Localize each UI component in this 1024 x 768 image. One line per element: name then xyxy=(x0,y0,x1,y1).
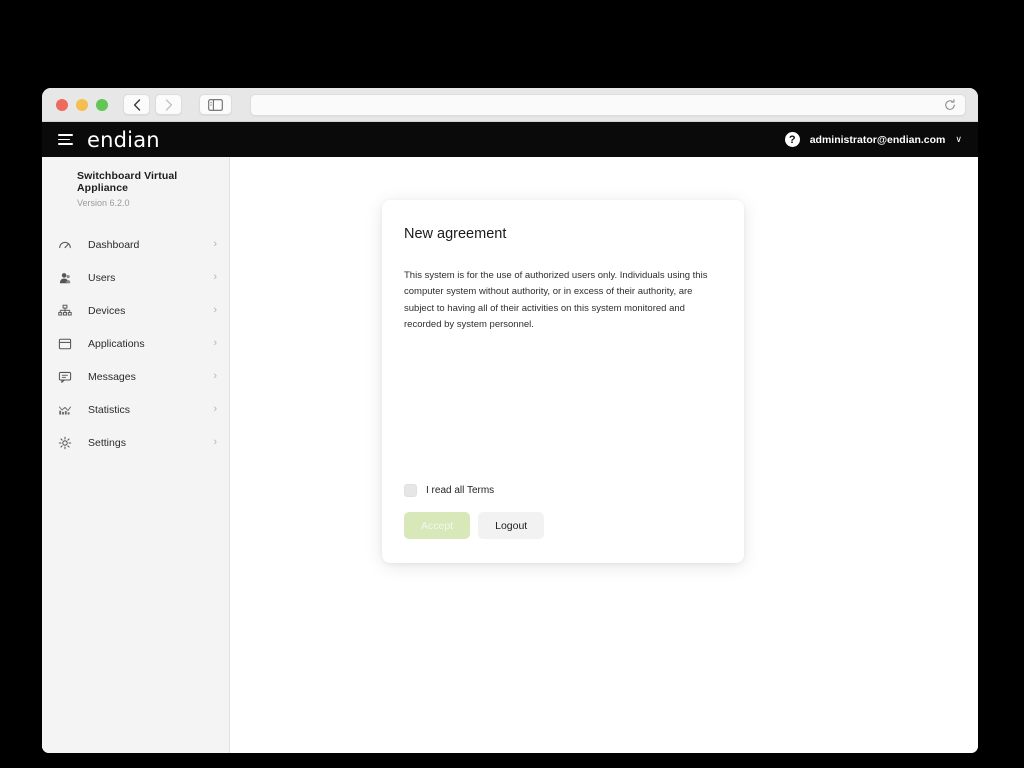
sidebar-header: Switchboard Virtual Appliance Version 6.… xyxy=(42,170,229,208)
browser-window: endian ? administrator@endian.com ∨ Swit… xyxy=(42,88,978,753)
appliance-name: Switchboard Virtual Appliance xyxy=(77,170,178,194)
sidebar-item-label: Users xyxy=(88,271,116,284)
sidebar-item-label: Settings xyxy=(88,436,126,449)
sidebar-item-label: Applications xyxy=(88,337,145,350)
sidebar-item-settings[interactable]: Settings › xyxy=(42,426,229,459)
accept-button[interactable]: Accept xyxy=(404,512,471,539)
terms-row[interactable]: I read all Terms xyxy=(404,484,722,497)
chevron-right-icon: › xyxy=(213,436,217,448)
chevron-down-icon[interactable]: ∨ xyxy=(955,134,962,145)
read-terms-checkbox[interactable] xyxy=(404,484,417,497)
sidebar-item-label: Statistics xyxy=(88,403,131,416)
dialog-body-text: This system is for the use of authorized… xyxy=(404,270,708,330)
maximize-window-button[interactable] xyxy=(96,98,108,111)
back-button[interactable] xyxy=(123,94,150,115)
header-right-group: ? administrator@endian.com ∨ xyxy=(784,132,962,147)
traffic-lights xyxy=(56,98,108,111)
sidebar-item-label: Dashboard xyxy=(88,238,140,251)
app-header: endian ? administrator@endian.com ∨ xyxy=(42,122,978,157)
sidebar-item-users[interactable]: Users › xyxy=(42,261,229,294)
sidebar-item-messages[interactable]: Messages › xyxy=(42,360,229,393)
chevron-right-icon: › xyxy=(213,271,217,283)
forward-button[interactable] xyxy=(155,94,182,115)
close-window-button[interactable] xyxy=(56,98,68,111)
gauge-icon xyxy=(56,238,74,252)
url-bar[interactable] xyxy=(250,93,966,116)
sidebar-toggle-button[interactable] xyxy=(199,94,232,115)
bar-chart-icon xyxy=(56,403,74,417)
main-content: New agreement This system is for the use… xyxy=(230,157,978,753)
brand-logo: endian xyxy=(87,127,160,152)
browser-nav-buttons xyxy=(123,94,232,115)
network-icon xyxy=(56,304,74,318)
user-email-label[interactable]: administrator@endian.com xyxy=(810,134,946,146)
window-icon xyxy=(56,337,74,351)
dialog-footer: I read all Terms Accept Logout xyxy=(404,484,722,563)
chevron-right-icon: › xyxy=(213,403,217,415)
chevron-right-icon: › xyxy=(213,238,217,250)
sidebar-item-label: Messages xyxy=(88,370,136,383)
sidebar-item-devices[interactable]: Devices › xyxy=(42,294,229,327)
sidebar-toggle-icon xyxy=(208,98,223,111)
sidebar: Switchboard Virtual Appliance Version 6.… xyxy=(42,157,230,753)
minimize-window-button[interactable] xyxy=(76,98,88,111)
sidebar-item-dashboard[interactable]: Dashboard › xyxy=(42,228,229,261)
chevron-right-icon: › xyxy=(213,337,217,349)
app-body: Switchboard Virtual Appliance Version 6.… xyxy=(42,157,978,753)
new-agreement-dialog: New agreement This system is for the use… xyxy=(382,200,744,563)
back-arrow-icon xyxy=(133,98,140,111)
browser-titlebar xyxy=(42,88,978,122)
user-icon xyxy=(56,271,74,285)
read-terms-label: I read all Terms xyxy=(426,485,495,496)
sidebar-item-statistics[interactable]: Statistics › xyxy=(42,393,229,426)
appliance-version: Version 6.2.0 xyxy=(77,198,130,208)
help-icon[interactable]: ? xyxy=(784,132,800,147)
chevron-right-icon: › xyxy=(213,370,217,382)
dialog-title: New agreement xyxy=(404,226,507,242)
sidebar-item-applications[interactable]: Applications › xyxy=(42,327,229,360)
logout-button[interactable]: Logout xyxy=(478,512,545,539)
chevron-right-icon: › xyxy=(213,304,217,316)
dialog-button-row: Accept Logout xyxy=(404,512,722,539)
chat-icon xyxy=(56,370,74,384)
reload-icon[interactable] xyxy=(944,98,956,111)
sidebar-item-label: Devices xyxy=(88,304,126,317)
forward-arrow-icon xyxy=(165,98,172,111)
hamburger-icon[interactable] xyxy=(58,134,73,145)
gear-icon xyxy=(56,436,74,450)
